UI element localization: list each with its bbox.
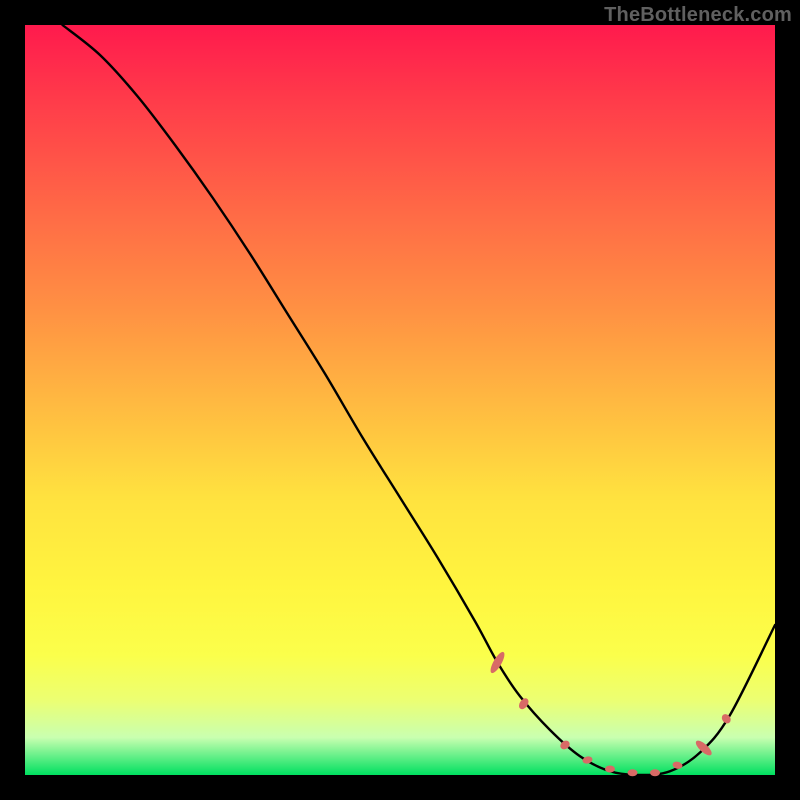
highlight-marker	[628, 769, 638, 776]
highlight-marker	[517, 697, 530, 711]
bottleneck-curve	[63, 25, 776, 775]
chart-svg	[25, 25, 775, 775]
highlight-marker	[672, 761, 683, 770]
chart-frame: TheBottleneck.com	[0, 0, 800, 800]
highlight-marker	[605, 766, 615, 773]
chart-plot-area	[25, 25, 775, 775]
highlight-marker	[650, 769, 660, 776]
watermark-text: TheBottleneck.com	[604, 4, 792, 27]
